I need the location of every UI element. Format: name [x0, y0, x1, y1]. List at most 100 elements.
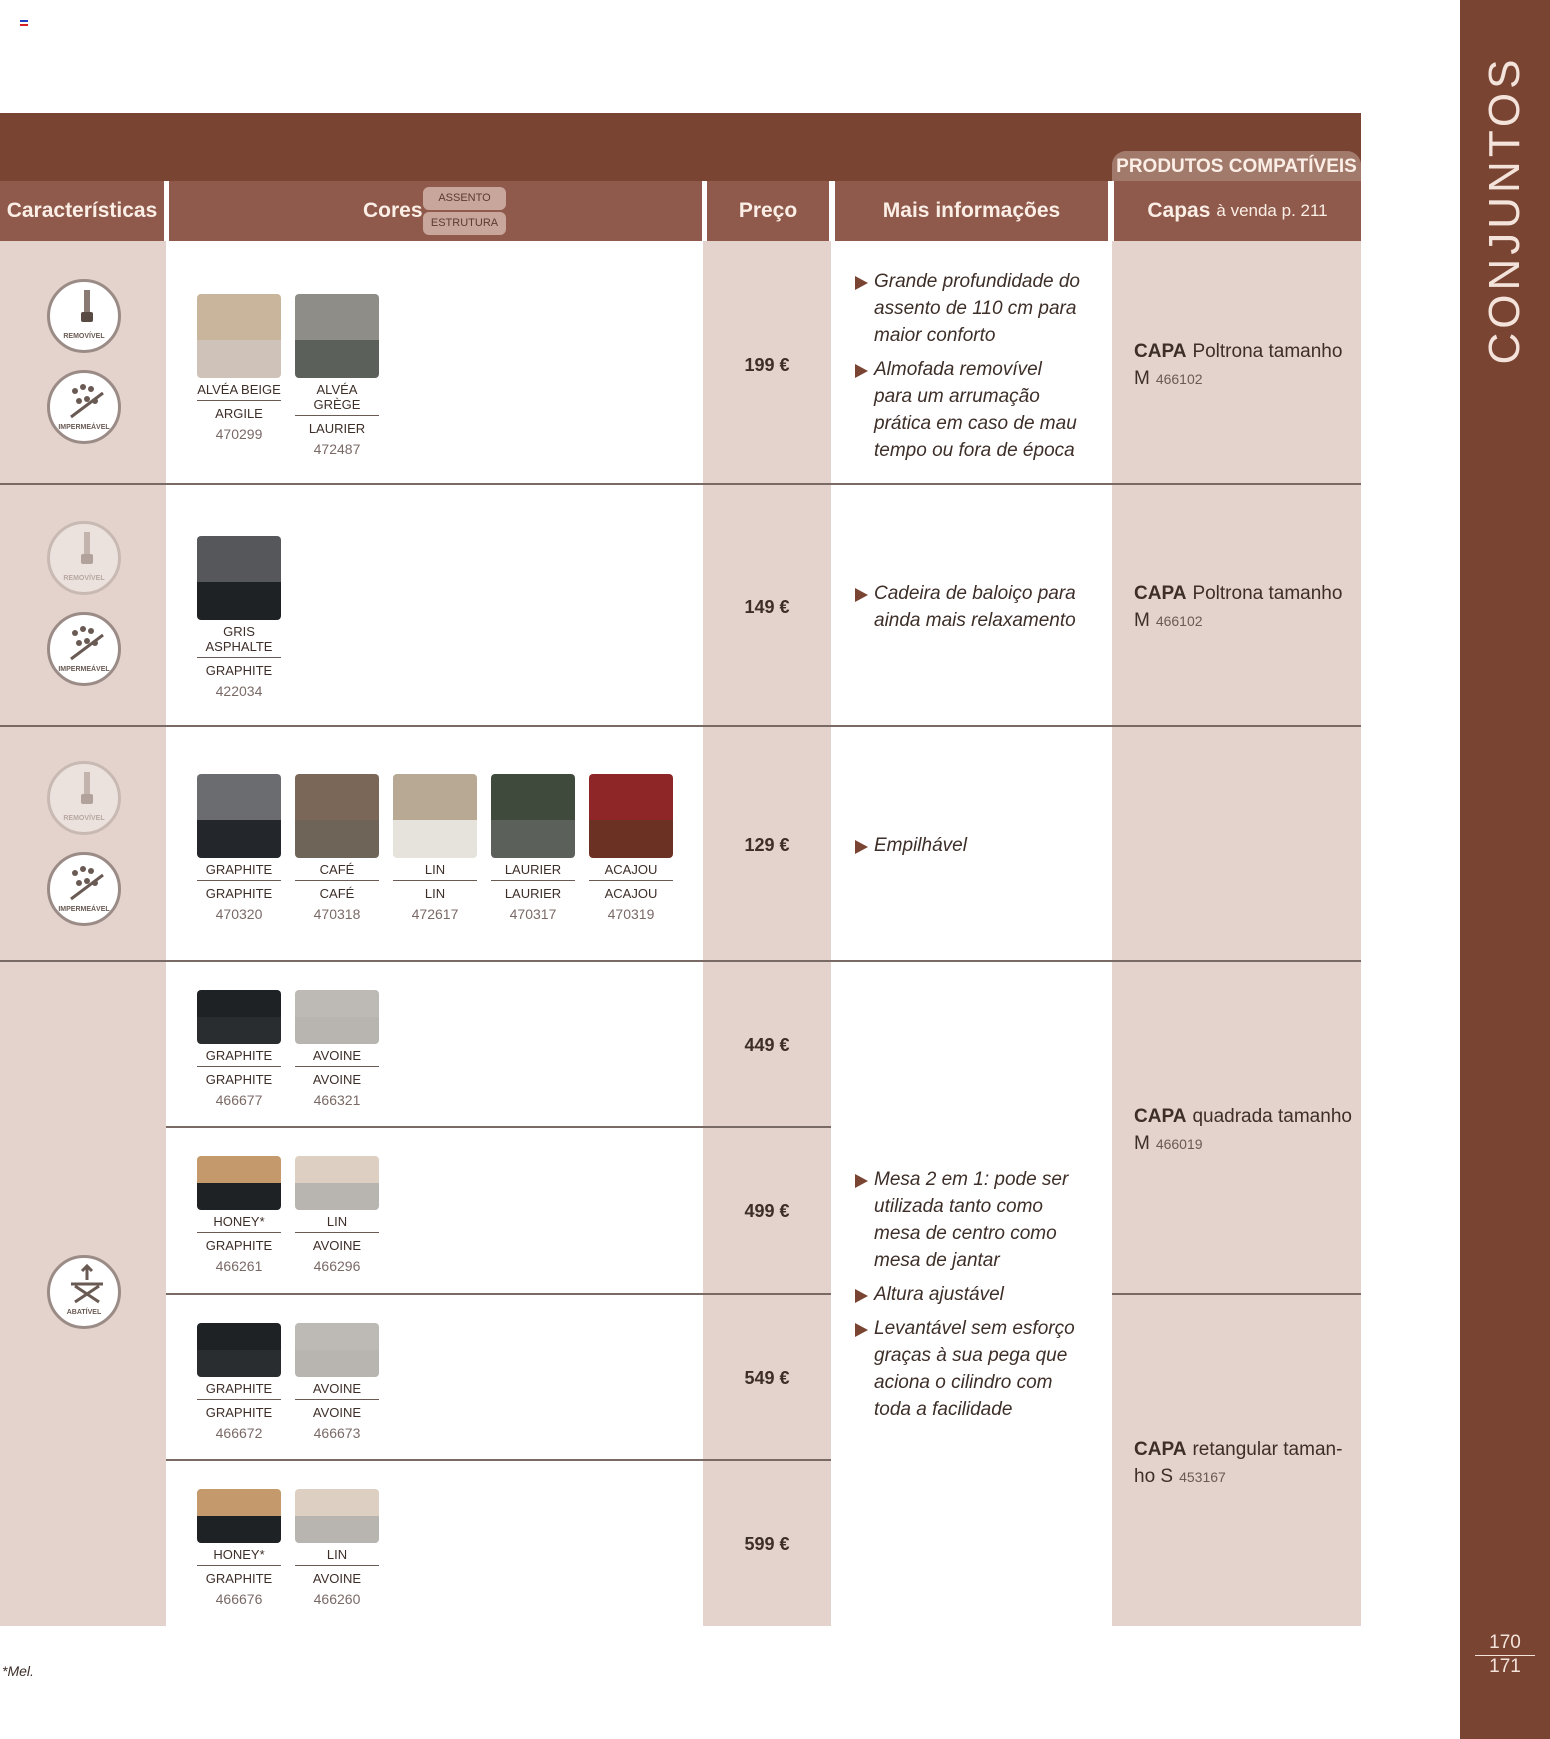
- waterproof-icon: IMPERMEÁVEL: [47, 612, 121, 686]
- price: 129 €: [744, 835, 790, 855]
- color-swatch: ALVÉA BEIGE ARGILE 470299: [197, 294, 281, 442]
- swatch-frame-color: [197, 1350, 281, 1377]
- swatch-frame-color: [197, 340, 281, 378]
- header-capas-label: Capas: [1147, 199, 1211, 222]
- color-swatch: CAFÉ CAFÉ 470318: [295, 774, 379, 922]
- swatch-image: [197, 774, 281, 858]
- header-mais-info-label: Mais informações: [882, 199, 1061, 222]
- swatch-frame-color: [295, 1017, 379, 1044]
- color-swatch: AVOINE AVOINE 466321: [295, 990, 379, 1108]
- swatch-frame-name: LIN: [424, 886, 446, 901]
- swatch-seat-name: GRAPHITE: [197, 1381, 281, 1400]
- header-cores-label: Cores: [363, 199, 423, 222]
- color-swatch: HONEY* GRAPHITE 466676: [197, 1489, 281, 1607]
- swatch-seat-name: GRAPHITE: [197, 1048, 281, 1067]
- swatch-image: [295, 1323, 379, 1377]
- swatch-frame-color: [295, 1350, 379, 1377]
- header-caracteristicas: Características: [0, 181, 164, 241]
- header-caracteristicas-label: Características: [6, 199, 158, 222]
- swatch-image: [589, 774, 673, 858]
- color-swatch: AVOINE AVOINE 466673: [295, 1323, 379, 1441]
- swatch-seat-color: [197, 1156, 281, 1183]
- swatch-code: 470318: [313, 906, 361, 922]
- swatch-code: 466261: [215, 1258, 263, 1274]
- header-preco-label: Preço: [738, 199, 798, 222]
- swatch-seat-name: AVOINE: [295, 1381, 379, 1400]
- cover-code: 453167: [1179, 1469, 1226, 1485]
- swatch-seat-color: [197, 990, 281, 1017]
- swatch-code: 470319: [607, 906, 655, 922]
- row-divider: [166, 1293, 831, 1295]
- swatch-frame-color: [197, 1017, 281, 1044]
- cover-label: CAPA: [1134, 1439, 1187, 1460]
- waterproof-icon: IMPERMEÁVEL: [47, 370, 121, 444]
- color-swatch: HONEY* GRAPHITE 466261: [197, 1156, 281, 1274]
- header-capas: Capas à venda p. 211: [1114, 181, 1361, 241]
- swatch-seat-color: [295, 294, 379, 341]
- swatch-frame-color: [197, 1183, 281, 1210]
- color-swatch: GRAPHITE GRAPHITE 470320: [197, 774, 281, 922]
- col-preco-bg: [703, 241, 831, 1626]
- swatch-frame-color: [197, 820, 281, 858]
- swatch-seat-name: GRAPHITE: [197, 862, 281, 881]
- swatch-frame-name: ARGILE: [215, 406, 263, 421]
- color-swatch: LAURIER LAURIER 470317: [491, 774, 575, 922]
- swatch-code: 470320: [215, 906, 263, 922]
- waterproof-label: IMPERMEÁVEL: [58, 666, 110, 673]
- page-number-left: 170: [1475, 1632, 1535, 1656]
- swatch-code: 466676: [215, 1591, 263, 1607]
- swatch-frame-color: [491, 820, 575, 858]
- assento-tag: ASSENTO: [423, 187, 506, 210]
- swatch-seat-name: ACAJOU: [589, 862, 673, 881]
- removable-label: REMOVÍVEL: [63, 815, 105, 822]
- waterproof-icon: IMPERMEÁVEL: [47, 852, 121, 926]
- language-flag: [20, 20, 28, 26]
- swatch-code: 466296: [313, 1258, 361, 1274]
- footnote: *Mel.: [2, 1663, 34, 1679]
- cover-product: CAPA quadrada tamanho M 466019: [1134, 1103, 1356, 1158]
- row-divider: [166, 1459, 831, 1461]
- swatch-image: [197, 990, 281, 1044]
- swatch-seat-color: [393, 774, 477, 821]
- swatch-frame-name: AVOINE: [312, 1238, 362, 1253]
- swatch-seat-name: GRIS ASPHALTE: [197, 624, 281, 658]
- info-item: Levantável sem esforço graças à sua pega…: [855, 1315, 1085, 1423]
- swatch-frame-name: AVOINE: [312, 1571, 362, 1586]
- swatch-seat-color: [197, 536, 281, 583]
- color-swatch: ALVÉA GRÈGE LAURIER 472487: [295, 294, 379, 457]
- cover-code: 466019: [1155, 1136, 1203, 1152]
- price: 549 €: [744, 1368, 790, 1388]
- swatch-frame-color: [295, 340, 379, 378]
- adjustable-height-icon: ABATÍVEL: [47, 1255, 121, 1329]
- swatch-frame-name: AVOINE: [312, 1072, 362, 1087]
- swatch-frame-color: [295, 1516, 379, 1543]
- swatch-frame-color: [197, 1516, 281, 1543]
- swatch-code: 472487: [313, 441, 361, 457]
- swatch-seat-name: HONEY*: [197, 1547, 281, 1566]
- row-divider: [166, 1126, 831, 1128]
- section-title: CONJUNTOS: [1480, 55, 1529, 365]
- color-swatch: GRAPHITE GRAPHITE 466677: [197, 990, 281, 1108]
- swatch-frame-name: LAURIER: [504, 886, 562, 901]
- swatch-frame-name: GRAPHITE: [205, 1072, 273, 1087]
- swatch-image: [491, 774, 575, 858]
- swatch-frame-name: LAURIER: [308, 421, 366, 436]
- color-swatch: GRAPHITE GRAPHITE 466672: [197, 1323, 281, 1441]
- swatch-frame-color: [589, 820, 673, 858]
- swatch-seat-name: ALVÉA BEIGE: [197, 382, 281, 401]
- info-list: Grande profundidade do assento de 110 cm…: [855, 268, 1085, 471]
- swatch-frame-color: [295, 1183, 379, 1210]
- swatch-frame-name: AVOINE: [312, 1405, 362, 1420]
- removable-icon: REMOVÍVEL: [47, 761, 121, 835]
- swatch-code: 466673: [313, 1425, 361, 1441]
- swatch-code: 470299: [215, 426, 263, 442]
- swatch-seat-name: CAFÉ: [295, 862, 379, 881]
- removable-icon: REMOVÍVEL: [47, 521, 121, 595]
- swatch-seat-color: [589, 774, 673, 821]
- cover-label: CAPA: [1134, 583, 1187, 604]
- swatch-code: 422034: [215, 683, 263, 699]
- swatch-frame-color: [393, 820, 477, 858]
- info-item: Altura ajustável: [855, 1281, 1085, 1308]
- swatch-seat-color: [197, 1323, 281, 1350]
- swatch-image: [197, 294, 281, 378]
